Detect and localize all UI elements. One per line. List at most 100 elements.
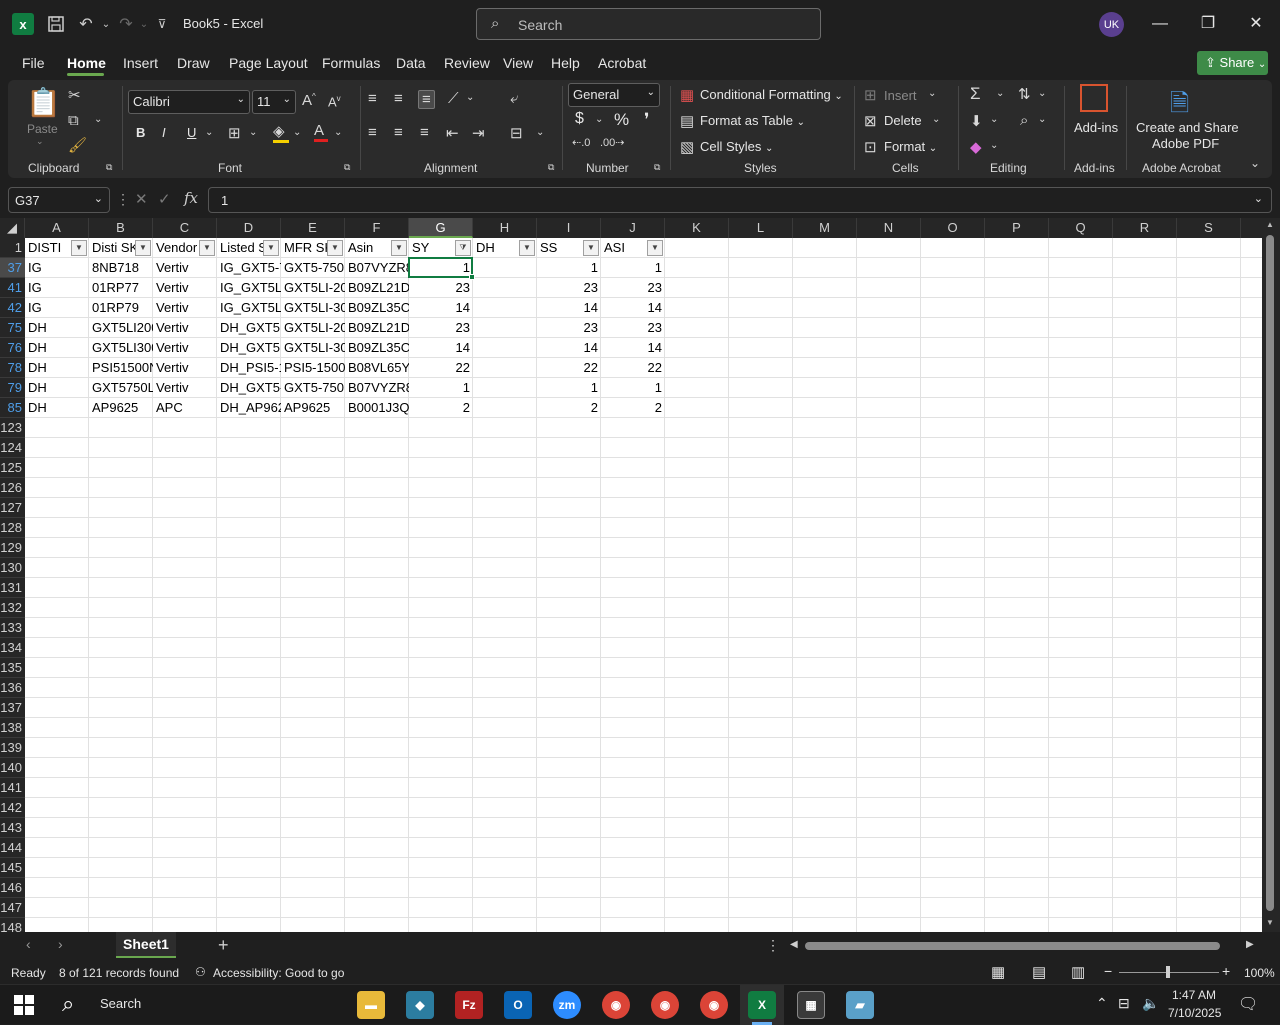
underline-dropdown-icon[interactable]: ⌄ xyxy=(205,127,213,138)
column-header-r[interactable]: R xyxy=(1113,218,1177,238)
table-cell[interactable]: GXT5LI-20 xyxy=(281,278,345,298)
menu-insert[interactable]: Insert xyxy=(123,55,158,71)
row-header[interactable]: 137 xyxy=(0,698,25,718)
column-header-l[interactable]: L xyxy=(729,218,793,238)
filezilla-icon[interactable]: Fz xyxy=(455,991,483,1019)
table-cell[interactable] xyxy=(473,278,537,298)
table-cell[interactable]: GXT5-750L xyxy=(281,378,345,398)
font-name-select[interactable]: Calibri ⌄ xyxy=(128,90,250,114)
table-cell[interactable]: GXT5-750L xyxy=(281,258,345,278)
number-format-select[interactable]: General ⌄ xyxy=(568,83,660,107)
column-header-c[interactable]: C xyxy=(153,218,217,238)
menu-data[interactable]: Data xyxy=(396,55,426,71)
row-header[interactable]: 146 xyxy=(0,878,25,898)
table-cell[interactable]: 23 xyxy=(601,318,665,338)
chrome-icon[interactable]: ◉ xyxy=(602,991,630,1019)
more-options-icon[interactable]: ⋮ xyxy=(766,937,780,954)
page-break-view-icon[interactable]: ▥ xyxy=(1071,963,1085,981)
menu-draw[interactable]: Draw xyxy=(177,55,210,71)
table-cell[interactable]: 22 xyxy=(537,358,601,378)
create-share-pdf-line2[interactable]: Adobe PDF xyxy=(1152,136,1219,151)
insert-dropdown-icon[interactable]: ⌄ xyxy=(928,88,936,99)
table-cell[interactable]: 14 xyxy=(601,338,665,358)
zoom-app-icon[interactable]: zm xyxy=(553,991,581,1019)
bold-button[interactable]: B xyxy=(136,125,145,140)
filter-dropdown-icon[interactable]: ▼ xyxy=(327,240,343,256)
column-header-d[interactable]: D xyxy=(217,218,281,238)
filter-dropdown-icon[interactable]: ▼ xyxy=(263,240,279,256)
fill-dropdown-icon[interactable]: ⌄ xyxy=(990,114,998,125)
vertical-scroll-thumb[interactable] xyxy=(1266,235,1274,911)
table-cell[interactable]: 14 xyxy=(537,338,601,358)
wrap-text-icon[interactable]: ⤶ xyxy=(510,90,518,107)
table-header-cell[interactable]: DH xyxy=(473,238,519,258)
table-cell[interactable]: B07VYZR8 xyxy=(345,378,409,398)
column-header-n[interactable]: N xyxy=(857,218,921,238)
table-cell[interactable]: GXT5LI200 xyxy=(89,318,153,338)
filter-active-icon[interactable]: ⧩ xyxy=(455,240,471,256)
table-cell[interactable]: 01RP77 xyxy=(89,278,153,298)
format-as-table-icon[interactable]: ▤ xyxy=(680,112,694,130)
table-cell[interactable] xyxy=(473,258,537,278)
table-cell[interactable]: 01RP79 xyxy=(89,298,153,318)
name-box[interactable]: G37 ⌄ xyxy=(8,187,110,213)
column-header-j[interactable]: J xyxy=(601,218,665,238)
table-cell[interactable]: 14 xyxy=(601,298,665,318)
clock-date[interactable]: 7/10/2025 xyxy=(1168,1006,1221,1020)
copy-dropdown-icon[interactable]: ⌄ xyxy=(94,114,102,125)
accounting-format-button[interactable]: $ xyxy=(575,110,584,128)
column-header-a[interactable]: A xyxy=(25,218,89,238)
row-header[interactable]: 79 xyxy=(0,378,25,398)
column-header-o[interactable]: O xyxy=(921,218,985,238)
menu-acrobat[interactable]: Acrobat xyxy=(598,55,646,71)
align-middle-icon[interactable]: ≡ xyxy=(394,90,403,107)
customize-qat-icon[interactable]: ⊽ xyxy=(150,12,174,36)
table-cell[interactable]: B09ZL21D2 xyxy=(345,318,409,338)
row-header[interactable]: 130 xyxy=(0,558,25,578)
add-ins-icon[interactable] xyxy=(1080,84,1108,112)
delete-cells-label[interactable]: Delete xyxy=(884,113,922,128)
scroll-up-icon[interactable]: ▲ xyxy=(1266,220,1274,229)
table-cell[interactable]: DH xyxy=(25,398,89,418)
row-header[interactable]: 127 xyxy=(0,498,25,518)
table-cell[interactable]: 2 xyxy=(601,398,665,418)
chrome-icon[interactable]: ◉ xyxy=(651,991,679,1019)
table-cell[interactable]: DH_PSI5-1 xyxy=(217,358,281,378)
row-header[interactable]: 125 xyxy=(0,458,25,478)
taskbar-search-icon[interactable]: ⌕ xyxy=(62,991,74,1017)
paste-label[interactable]: Paste xyxy=(27,122,58,136)
comma-style-icon[interactable]: ❜ xyxy=(644,110,649,130)
table-cell[interactable]: GXT5LI-20 xyxy=(281,318,345,338)
row-header[interactable]: 140 xyxy=(0,758,25,778)
row-header[interactable]: 85 xyxy=(0,398,25,418)
font-color-dropdown-icon[interactable]: ⌄ xyxy=(334,127,342,138)
table-cell[interactable] xyxy=(473,318,537,338)
row-header[interactable]: 134 xyxy=(0,638,25,658)
filter-dropdown-icon[interactable]: ▼ xyxy=(135,240,151,256)
percent-style-button[interactable]: % xyxy=(614,110,629,130)
format-cells-button[interactable]: Format ⌄ xyxy=(884,139,937,154)
filter-dropdown-icon[interactable]: ▼ xyxy=(647,240,663,256)
orientation-icon[interactable]: ⟋ xyxy=(448,90,459,107)
scroll-down-icon[interactable]: ▼ xyxy=(1266,918,1274,927)
share-button[interactable]: ⇪ Share ⌄ xyxy=(1197,51,1268,75)
row-header[interactable]: 141 xyxy=(0,778,25,798)
italic-button[interactable]: I xyxy=(162,125,166,140)
table-cell[interactable]: 23 xyxy=(537,278,601,298)
table-cell[interactable]: 22 xyxy=(601,358,665,378)
zoom-out-icon[interactable]: − xyxy=(1104,963,1112,979)
row-header[interactable]: 143 xyxy=(0,818,25,838)
table-cell[interactable]: B09ZL35CC xyxy=(345,298,409,318)
table-cell[interactable]: Vertiv xyxy=(153,358,217,378)
table-cell[interactable] xyxy=(473,338,537,358)
autosum-dropdown-icon[interactable]: ⌄ xyxy=(996,88,1004,99)
table-header-cell[interactable]: SS xyxy=(537,238,583,258)
table-cell[interactable]: GXT5LI-30 xyxy=(281,298,345,318)
sort-filter-icon[interactable]: ⇅ xyxy=(1018,85,1031,103)
decrease-decimal-icon[interactable]: .00⇢ xyxy=(600,136,625,149)
menu-review[interactable]: Review xyxy=(444,55,490,71)
table-cell[interactable]: DH_GXT5- xyxy=(217,378,281,398)
table-cell[interactable]: Vertiv xyxy=(153,318,217,338)
row-header[interactable]: 145 xyxy=(0,858,25,878)
conditional-formatting-icon[interactable]: ▦ xyxy=(680,86,694,104)
